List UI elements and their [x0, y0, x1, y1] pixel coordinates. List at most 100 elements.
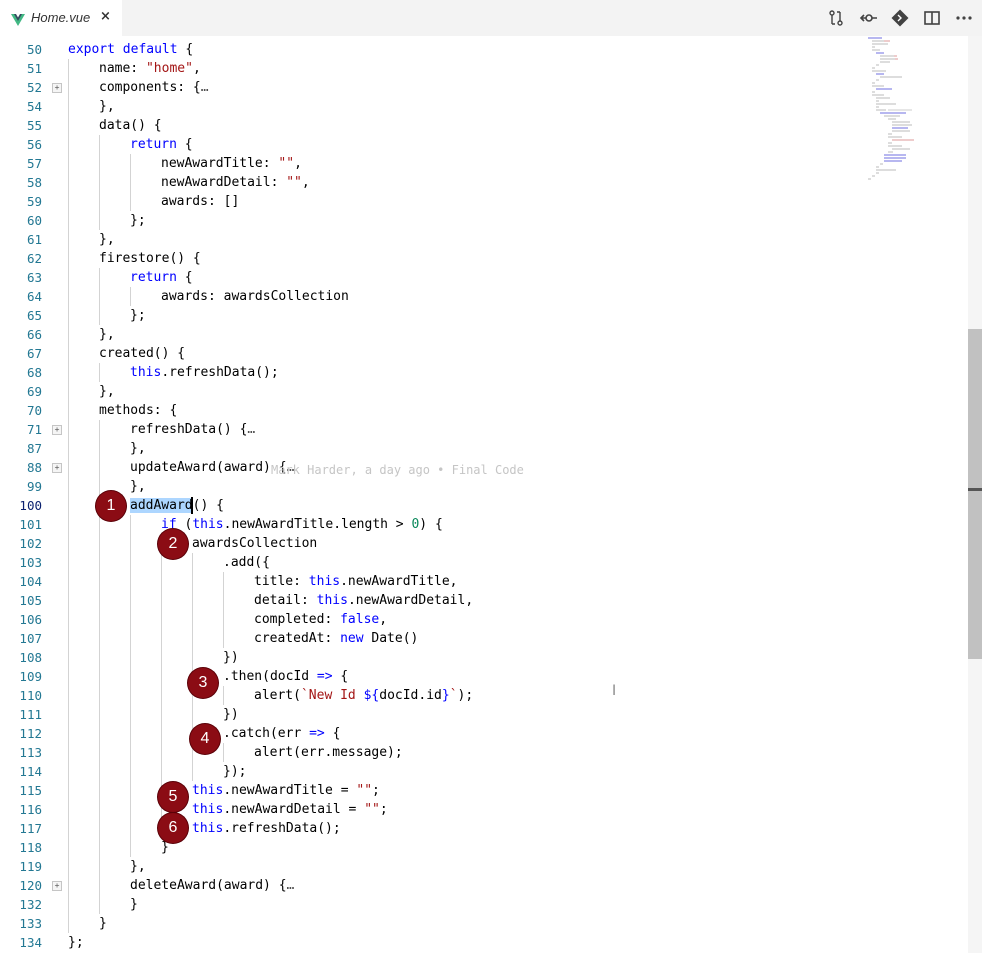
indent-guide — [130, 287, 131, 306]
code-line[interactable]: 63 return { — [0, 268, 860, 287]
line-number: 59 — [26, 194, 42, 209]
code-line[interactable]: 65}; — [0, 306, 860, 325]
selected-token: addAward — [130, 498, 193, 513]
code-text: name: "home", — [99, 59, 201, 78]
code-line[interactable]: 51 name: "home", — [0, 59, 860, 78]
code-line[interactable]: 109 .then(docId => { — [0, 667, 860, 686]
indent-guide — [68, 59, 69, 933]
code-line[interactable]: 106 completed: false, — [0, 610, 860, 629]
code-line[interactable]: 71 + refreshData() {… — [0, 420, 860, 439]
code-line[interactable]: 70 methods: { — [0, 401, 860, 420]
code-line[interactable]: 69}, — [0, 382, 860, 401]
code-token: }, — [99, 384, 115, 399]
editor-tab[interactable]: Home.vue × — [0, 0, 122, 36]
code-line[interactable]: 102 awardsCollection — [0, 534, 860, 553]
code-line[interactable]: 107 createdAt: new Date() — [0, 629, 860, 648]
line-number: 52 — [26, 80, 42, 95]
code-line[interactable]: 66}, — [0, 325, 860, 344]
folded-ellipsis: … — [286, 878, 295, 893]
code-line[interactable]: 117 this.refreshData(); — [0, 819, 860, 838]
code-line[interactable]: 60}; — [0, 211, 860, 230]
code-line[interactable]: 104 title: this.newAwardTitle, — [0, 572, 860, 591]
code-token: } — [130, 897, 138, 912]
fold-expand-icon[interactable]: + — [52, 881, 62, 891]
code-text: return { — [130, 268, 193, 287]
code-token: detail: — [254, 593, 317, 608]
code-token: , — [294, 156, 302, 171]
code-line[interactable]: 133} — [0, 914, 860, 933]
code-token: alert( — [254, 688, 301, 703]
minimap[interactable] — [862, 36, 922, 236]
folded-ellipsis: … — [247, 422, 256, 437]
code-token: { — [177, 42, 194, 57]
fold-expand-icon[interactable]: + — [52, 425, 62, 435]
line-number: 111 — [19, 707, 42, 722]
line-number: 116 — [19, 802, 42, 817]
vertical-scrollbar[interactable] — [968, 36, 982, 953]
code-line[interactable]: 119}, — [0, 857, 860, 876]
annotation-badge-4: 4 — [190, 724, 220, 754]
code-line[interactable]: 110 alert(`New Id ${docId.id}`); — [0, 686, 860, 705]
code-line[interactable]: 100 addAward() { — [0, 496, 860, 515]
code-line[interactable]: 116 this.newAwardDetail = ""; — [0, 800, 860, 819]
close-icon[interactable]: × — [100, 9, 111, 24]
code-token: }); — [223, 764, 247, 779]
open-changes-icon[interactable] — [859, 8, 879, 28]
code-line[interactable]: 118} — [0, 838, 860, 857]
fold-expand-icon[interactable]: + — [52, 463, 62, 473]
git-commit-icon[interactable] — [890, 8, 910, 28]
code-line[interactable]: 61}, — [0, 230, 860, 249]
code-token: }, — [130, 441, 146, 456]
code-line[interactable]: 134}; — [0, 933, 860, 952]
code-token: this — [192, 517, 224, 532]
code-token: => — [316, 669, 333, 684]
code-line[interactable]: 50 export default { — [0, 40, 860, 59]
code-token: methods: { — [99, 403, 178, 418]
code-text: }, — [99, 97, 115, 116]
code-line[interactable]: 59 awards: [] — [0, 192, 860, 211]
code-line[interactable]: 111}) — [0, 705, 860, 724]
code-text: }, — [130, 439, 146, 458]
code-line[interactable]: 57 newAwardTitle: "", — [0, 154, 860, 173]
code-line[interactable]: 105 detail: this.newAwardDetail, — [0, 591, 860, 610]
indent-guide — [130, 515, 131, 857]
code-line[interactable]: 101 if (this.newAwardTitle.length > 0) { — [0, 515, 860, 534]
scrollbar-thumb[interactable] — [968, 329, 982, 659]
code-token: new — [340, 631, 364, 646]
code-token: }, — [99, 232, 115, 247]
code-line[interactable]: 112 .catch(err => { — [0, 724, 860, 743]
code-line[interactable]: 132} — [0, 895, 860, 914]
code-line[interactable]: 108}) — [0, 648, 860, 667]
code-line[interactable]: 62 firestore() { — [0, 249, 860, 268]
more-actions-icon[interactable] — [954, 8, 974, 28]
indent-guide — [223, 743, 224, 762]
code-line[interactable]: 115 this.newAwardTitle = ""; — [0, 781, 860, 800]
code-line[interactable]: 68 this.refreshData(); — [0, 363, 860, 382]
code-line[interactable]: 103 .add({ — [0, 553, 860, 572]
line-number: 50 — [26, 42, 42, 57]
code-text: }, — [99, 230, 115, 249]
code-line[interactable]: 54}, — [0, 97, 860, 116]
indent-guide — [223, 686, 224, 705]
code-line[interactable]: 87}, — [0, 439, 860, 458]
code-line[interactable]: 58 newAwardDetail: "", — [0, 173, 860, 192]
code-token: }) — [223, 650, 239, 665]
code-line[interactable]: 120 + deleteAward(award) {… — [0, 876, 860, 895]
code-token: ${ — [363, 688, 380, 703]
code-line[interactable]: 64 awards: awardsCollection — [0, 287, 860, 306]
code-line[interactable]: 52 + components: {… — [0, 78, 860, 97]
code-text: }, — [99, 382, 115, 401]
code-line[interactable]: 67 created() { — [0, 344, 860, 363]
code-line[interactable]: 55 data() { — [0, 116, 860, 135]
line-number: 104 — [19, 574, 42, 589]
split-editor-icon[interactable] — [922, 8, 942, 28]
code-token: }, — [130, 859, 146, 874]
code-token: }) — [223, 707, 239, 722]
fold-expand-icon[interactable]: + — [52, 83, 62, 93]
compare-changes-icon[interactable] — [826, 8, 846, 28]
code-line[interactable]: 113 alert(err.message); — [0, 743, 860, 762]
code-line[interactable]: 56 return { — [0, 135, 860, 154]
code-editor[interactable]: 50 export default {51 name: "home", 52 + comp… — [0, 36, 982, 953]
code-text: .catch(err => { — [223, 724, 340, 743]
code-line[interactable]: 114}); — [0, 762, 860, 781]
